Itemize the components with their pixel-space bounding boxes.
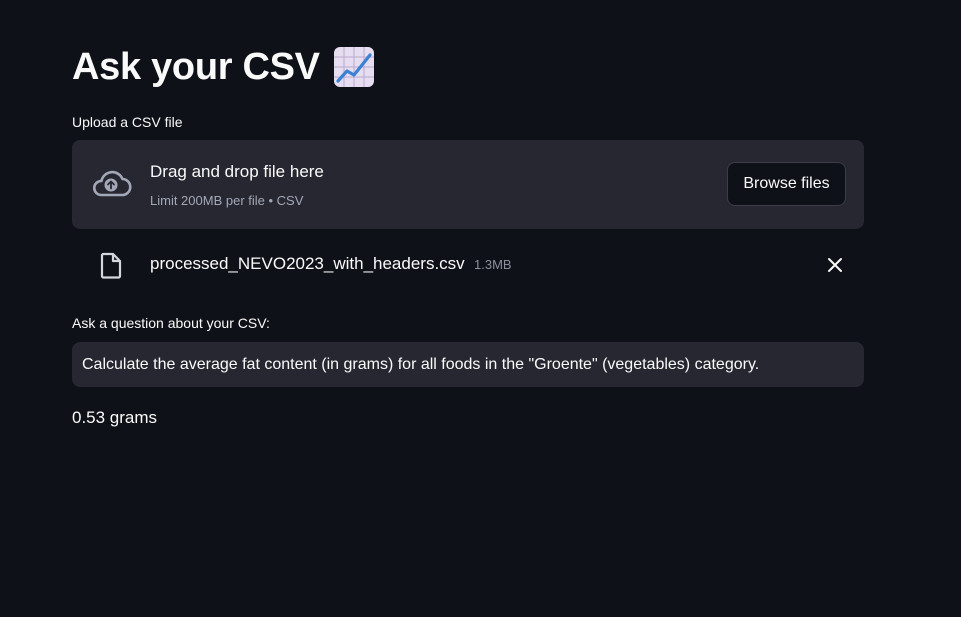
question-input[interactable] [72,342,864,387]
file-dropzone[interactable]: Drag and drop file here Limit 200MB per … [72,140,864,229]
browse-files-button[interactable]: Browse files [727,162,846,206]
page-title: Ask your CSV [72,46,320,88]
answer-text: 0.53 grams [72,408,158,427]
title-row: Ask your CSV [72,42,374,92]
cloud-upload-icon [92,170,132,197]
uploaded-file-name: processed_NEVO2023_with_headers.csv [150,254,465,273]
uploaded-file-row: processed_NEVO2023_with_headers.csv 1.3M… [72,244,864,286]
dropzone-limit-text: Limit 200MB per file • CSV [150,193,304,208]
uploader-label: Upload a CSV file [72,114,183,130]
file-icon [100,252,122,279]
dropzone-title: Drag and drop file here [150,162,324,181]
chart-increasing-icon [333,47,374,87]
uploaded-file-size: 1.3MB [474,257,512,272]
question-label: Ask a question about your CSV: [72,315,270,331]
close-icon[interactable] [826,256,844,274]
